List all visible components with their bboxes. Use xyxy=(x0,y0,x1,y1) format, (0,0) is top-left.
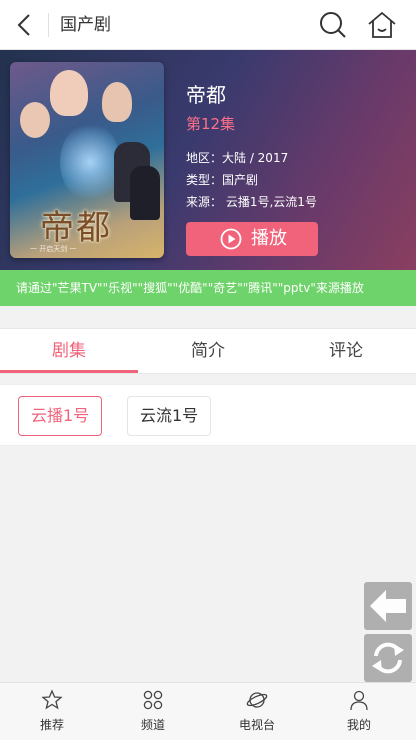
poster-subtitle: 一 开启天剑 一 xyxy=(30,245,77,253)
user-icon xyxy=(350,690,368,711)
play-button[interactable]: 播放 xyxy=(186,222,318,256)
play-icon xyxy=(220,228,242,250)
content-tabs: 剧集 简介 评论 xyxy=(0,328,416,374)
drama-hero: 帝都 一 开启天剑 一 帝都 第12集 地区：大陆 / 2017 类型：国产剧 … xyxy=(0,50,416,270)
drama-poster[interactable]: 帝都 一 开启天剑 一 xyxy=(10,62,164,258)
nav-channels[interactable]: 频道 xyxy=(101,683,205,740)
arrow-left-icon xyxy=(370,590,406,622)
page-title: 国产剧 xyxy=(60,15,111,35)
drama-name: 帝都 xyxy=(186,83,226,107)
nav-tv-stations[interactable]: 电视台 xyxy=(205,683,309,740)
home-icon[interactable] xyxy=(366,9,398,41)
header-bar: 国产剧 xyxy=(0,0,416,50)
tab-comments[interactable]: 评论 xyxy=(277,329,415,373)
play-label: 播放 xyxy=(251,228,287,249)
episode-label: 第12集 xyxy=(186,115,236,133)
star-icon xyxy=(41,689,63,710)
nav-label: 电视台 xyxy=(238,718,275,732)
type-info: 类型：国产剧 xyxy=(186,173,259,187)
source-list: 云播1号 云流1号 xyxy=(0,384,416,446)
poster-figure xyxy=(102,82,132,122)
search-icon[interactable] xyxy=(318,10,348,40)
source-info: 来源： 云播1号,云流1号 xyxy=(186,195,317,209)
nav-label: 我的 xyxy=(346,718,371,732)
source-button-yunbo[interactable]: 云播1号 xyxy=(18,396,103,436)
region-info: 地区：大陆 / 2017 xyxy=(186,151,289,165)
poster-figure xyxy=(50,70,88,116)
poster-glow xyxy=(60,122,120,202)
nav-recommend[interactable]: 推荐 xyxy=(0,683,104,740)
bottom-nav: 推荐 频道 电视台 我的 xyxy=(0,682,416,740)
refresh-icon xyxy=(372,642,404,674)
source-button-yunliu[interactable]: 云流1号 xyxy=(127,396,212,436)
nav-mine[interactable]: 我的 xyxy=(307,683,411,740)
poster-title: 帝都 xyxy=(40,208,112,248)
grid-icon xyxy=(143,690,163,710)
float-refresh-button[interactable] xyxy=(364,634,412,682)
planet-icon xyxy=(246,692,268,708)
poster-figure xyxy=(130,166,160,220)
tab-intro[interactable]: 简介 xyxy=(139,329,277,373)
source-notice: 请通过"芒果TV""乐视""搜狐""优酷""奇艺""腾讯""pptv"来源播放 xyxy=(0,270,416,306)
poster-figure xyxy=(20,102,50,138)
header-divider xyxy=(48,13,49,37)
active-tab-underline xyxy=(0,370,138,373)
nav-label: 频道 xyxy=(140,718,165,732)
nav-label: 推荐 xyxy=(39,718,64,732)
float-back-button[interactable] xyxy=(364,582,412,630)
back-arrow-icon[interactable] xyxy=(10,10,40,40)
tab-episodes[interactable]: 剧集 xyxy=(0,329,138,373)
